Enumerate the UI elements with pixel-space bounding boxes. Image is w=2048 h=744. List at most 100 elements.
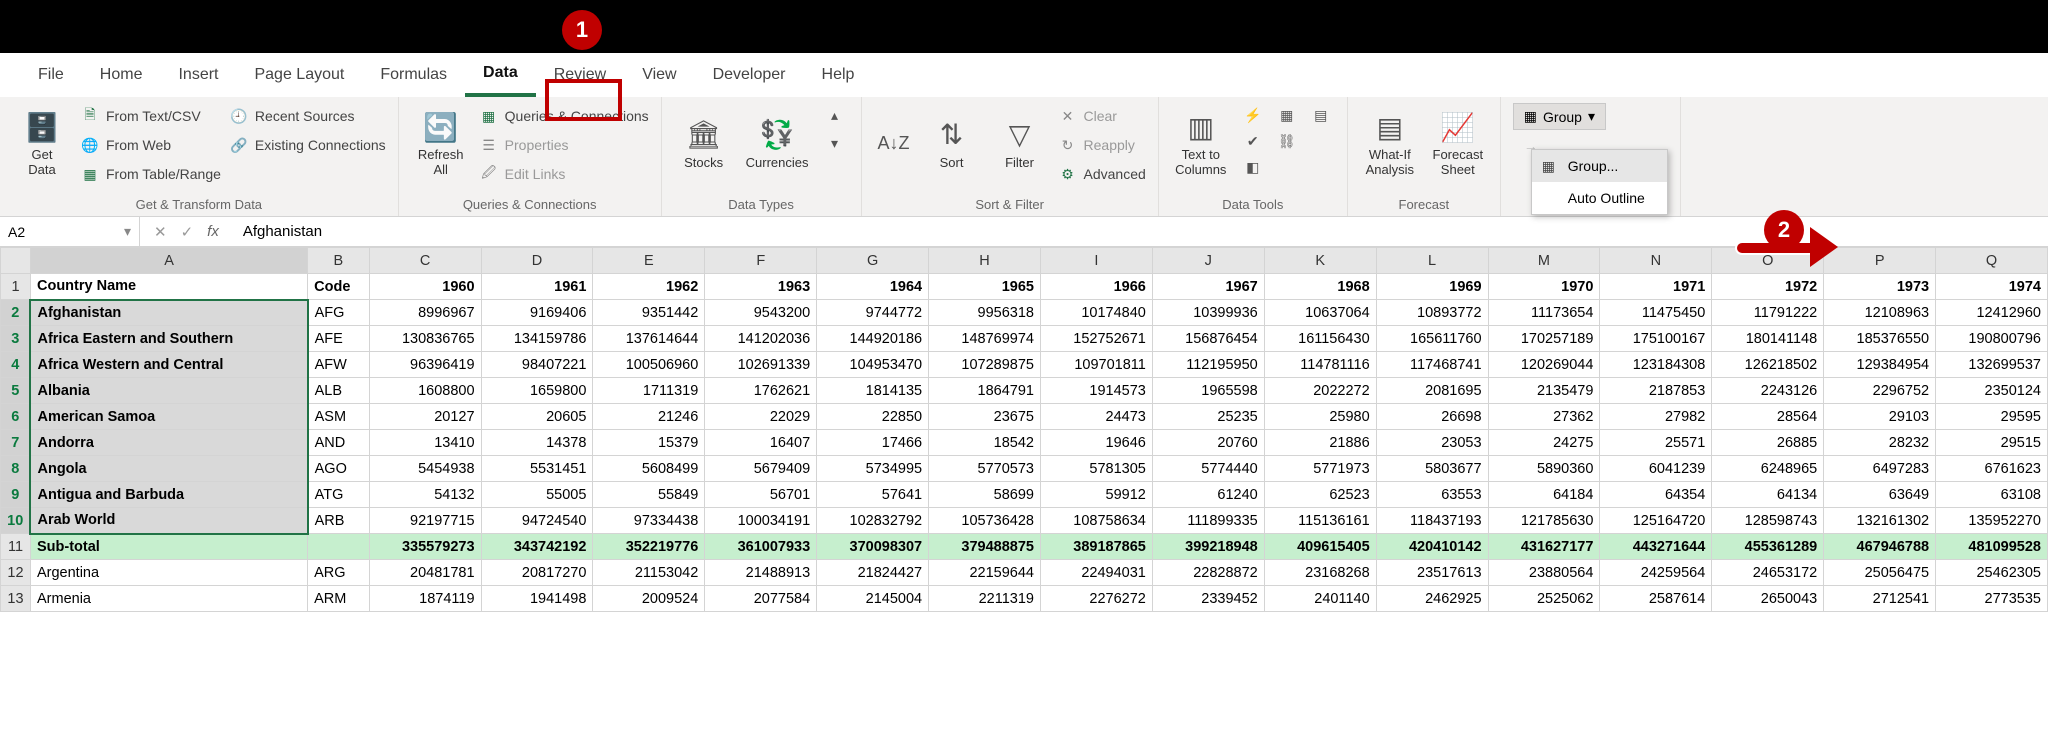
- cell[interactable]: 2081695: [1376, 378, 1488, 404]
- cell[interactable]: 112195950: [1152, 352, 1264, 378]
- cell[interactable]: 137614644: [593, 326, 705, 352]
- cell[interactable]: 28564: [1712, 404, 1824, 430]
- cell[interactable]: 102832792: [817, 508, 929, 534]
- cell[interactable]: AFE: [308, 326, 369, 352]
- cell[interactable]: 102691339: [705, 352, 817, 378]
- cell[interactable]: 97334438: [593, 508, 705, 534]
- cell[interactable]: 165611760: [1376, 326, 1488, 352]
- cell[interactable]: 92197715: [369, 508, 481, 534]
- filter-button[interactable]: ▽ Filter: [990, 103, 1050, 183]
- cell[interactable]: 1971: [1600, 274, 1712, 300]
- cell[interactable]: [308, 534, 369, 560]
- cell[interactable]: 185376550: [1824, 326, 1936, 352]
- cell[interactable]: 54132: [369, 482, 481, 508]
- cell[interactable]: 15379: [593, 430, 705, 456]
- row-header[interactable]: 9: [1, 482, 31, 508]
- cell[interactable]: 123184308: [1600, 352, 1712, 378]
- cell[interactable]: Angola: [30, 456, 307, 482]
- text-to-columns-button[interactable]: ▥ Text to Columns: [1171, 103, 1231, 183]
- cell[interactable]: 26885: [1712, 430, 1824, 456]
- cell[interactable]: 63553: [1376, 482, 1488, 508]
- get-data-button[interactable]: 🗄️ Get Data: [12, 103, 72, 183]
- cell[interactable]: AGO: [308, 456, 369, 482]
- tab-developer[interactable]: Developer: [695, 53, 804, 97]
- cell[interactable]: 379488875: [929, 534, 1041, 560]
- cell[interactable]: 22828872: [1152, 560, 1264, 586]
- col-header[interactable]: Q: [1936, 248, 2048, 274]
- col-header[interactable]: G: [817, 248, 929, 274]
- cell[interactable]: 59912: [1040, 482, 1152, 508]
- cell[interactable]: 2296752: [1824, 378, 1936, 404]
- cell[interactable]: 2462925: [1376, 586, 1488, 612]
- cell[interactable]: Albania: [30, 378, 307, 404]
- row-header[interactable]: 8: [1, 456, 31, 482]
- cell[interactable]: 118437193: [1376, 508, 1488, 534]
- advanced-button[interactable]: ⚙Advanced: [1058, 161, 1146, 187]
- cell[interactable]: 5608499: [593, 456, 705, 482]
- cell[interactable]: 20605: [481, 404, 593, 430]
- col-header[interactable]: D: [481, 248, 593, 274]
- cell[interactable]: 1961: [481, 274, 593, 300]
- formula-input[interactable]: [233, 223, 833, 240]
- cell[interactable]: 11791222: [1712, 300, 1824, 326]
- cell[interactable]: 24653172: [1712, 560, 1824, 586]
- data-validation-icon[interactable]: ✔: [1239, 129, 1267, 153]
- cell[interactable]: 6248965: [1712, 456, 1824, 482]
- col-header[interactable]: K: [1264, 248, 1376, 274]
- tab-home[interactable]: Home: [82, 53, 161, 97]
- col-header[interactable]: B: [308, 248, 369, 274]
- cell[interactable]: 16407: [705, 430, 817, 456]
- edit-links-button[interactable]: 🖉Edit Links: [479, 161, 649, 187]
- cell[interactable]: 2350124: [1936, 378, 2048, 404]
- existing-conn-button[interactable]: 🔗Existing Connections: [229, 132, 386, 158]
- row-header[interactable]: 13: [1, 586, 31, 612]
- col-header[interactable]: E: [593, 248, 705, 274]
- stocks-button[interactable]: 🏛 Stocks: [674, 103, 734, 183]
- cell[interactable]: 1711319: [593, 378, 705, 404]
- cell[interactable]: 21153042: [593, 560, 705, 586]
- row-header[interactable]: 11: [1, 534, 31, 560]
- cell[interactable]: 134159786: [481, 326, 593, 352]
- cell[interactable]: 1608800: [369, 378, 481, 404]
- cell[interactable]: 114781116: [1264, 352, 1376, 378]
- refresh-all-button[interactable]: 🔄 Refresh All: [411, 103, 471, 183]
- cell[interactable]: 9956318: [929, 300, 1041, 326]
- cell[interactable]: ARM: [308, 586, 369, 612]
- tab-formulas[interactable]: Formulas: [362, 53, 465, 97]
- reapply-button[interactable]: ↻Reapply: [1058, 132, 1146, 158]
- cell[interactable]: 22494031: [1040, 560, 1152, 586]
- cell[interactable]: Andorra: [30, 430, 307, 456]
- cell[interactable]: 126218502: [1712, 352, 1824, 378]
- cell[interactable]: 14378: [481, 430, 593, 456]
- cell[interactable]: 467946788: [1824, 534, 1936, 560]
- cell[interactable]: 389187865: [1040, 534, 1152, 560]
- row-header[interactable]: 2: [1, 300, 31, 326]
- cell[interactable]: 25571: [1600, 430, 1712, 456]
- cell[interactable]: 24259564: [1600, 560, 1712, 586]
- cell[interactable]: 5770573: [929, 456, 1041, 482]
- cell[interactable]: 1966: [1040, 274, 1152, 300]
- cell[interactable]: 5679409: [705, 456, 817, 482]
- col-header[interactable]: N: [1600, 248, 1712, 274]
- forecast-sheet-button[interactable]: 📈 Forecast Sheet: [1428, 103, 1488, 183]
- cell[interactable]: 129384954: [1824, 352, 1936, 378]
- cell[interactable]: 21824427: [817, 560, 929, 586]
- cell[interactable]: 1970: [1488, 274, 1600, 300]
- select-all[interactable]: [1, 248, 31, 274]
- cell[interactable]: 1967: [1152, 274, 1264, 300]
- cell[interactable]: 175100167: [1600, 326, 1712, 352]
- row-header[interactable]: 6: [1, 404, 31, 430]
- cell[interactable]: 352219776: [593, 534, 705, 560]
- cell[interactable]: ARB: [308, 508, 369, 534]
- cell[interactable]: 5531451: [481, 456, 593, 482]
- cell[interactable]: 144920186: [817, 326, 929, 352]
- cell[interactable]: 2022272: [1264, 378, 1376, 404]
- cell[interactable]: 2587614: [1600, 586, 1712, 612]
- cell[interactable]: 2187853: [1600, 378, 1712, 404]
- cell[interactable]: ARG: [308, 560, 369, 586]
- cell[interactable]: 6761623: [1936, 456, 2048, 482]
- cell[interactable]: 115136161: [1264, 508, 1376, 534]
- cell[interactable]: 2276272: [1040, 586, 1152, 612]
- cell[interactable]: 152752671: [1040, 326, 1152, 352]
- cell[interactable]: 21488913: [705, 560, 817, 586]
